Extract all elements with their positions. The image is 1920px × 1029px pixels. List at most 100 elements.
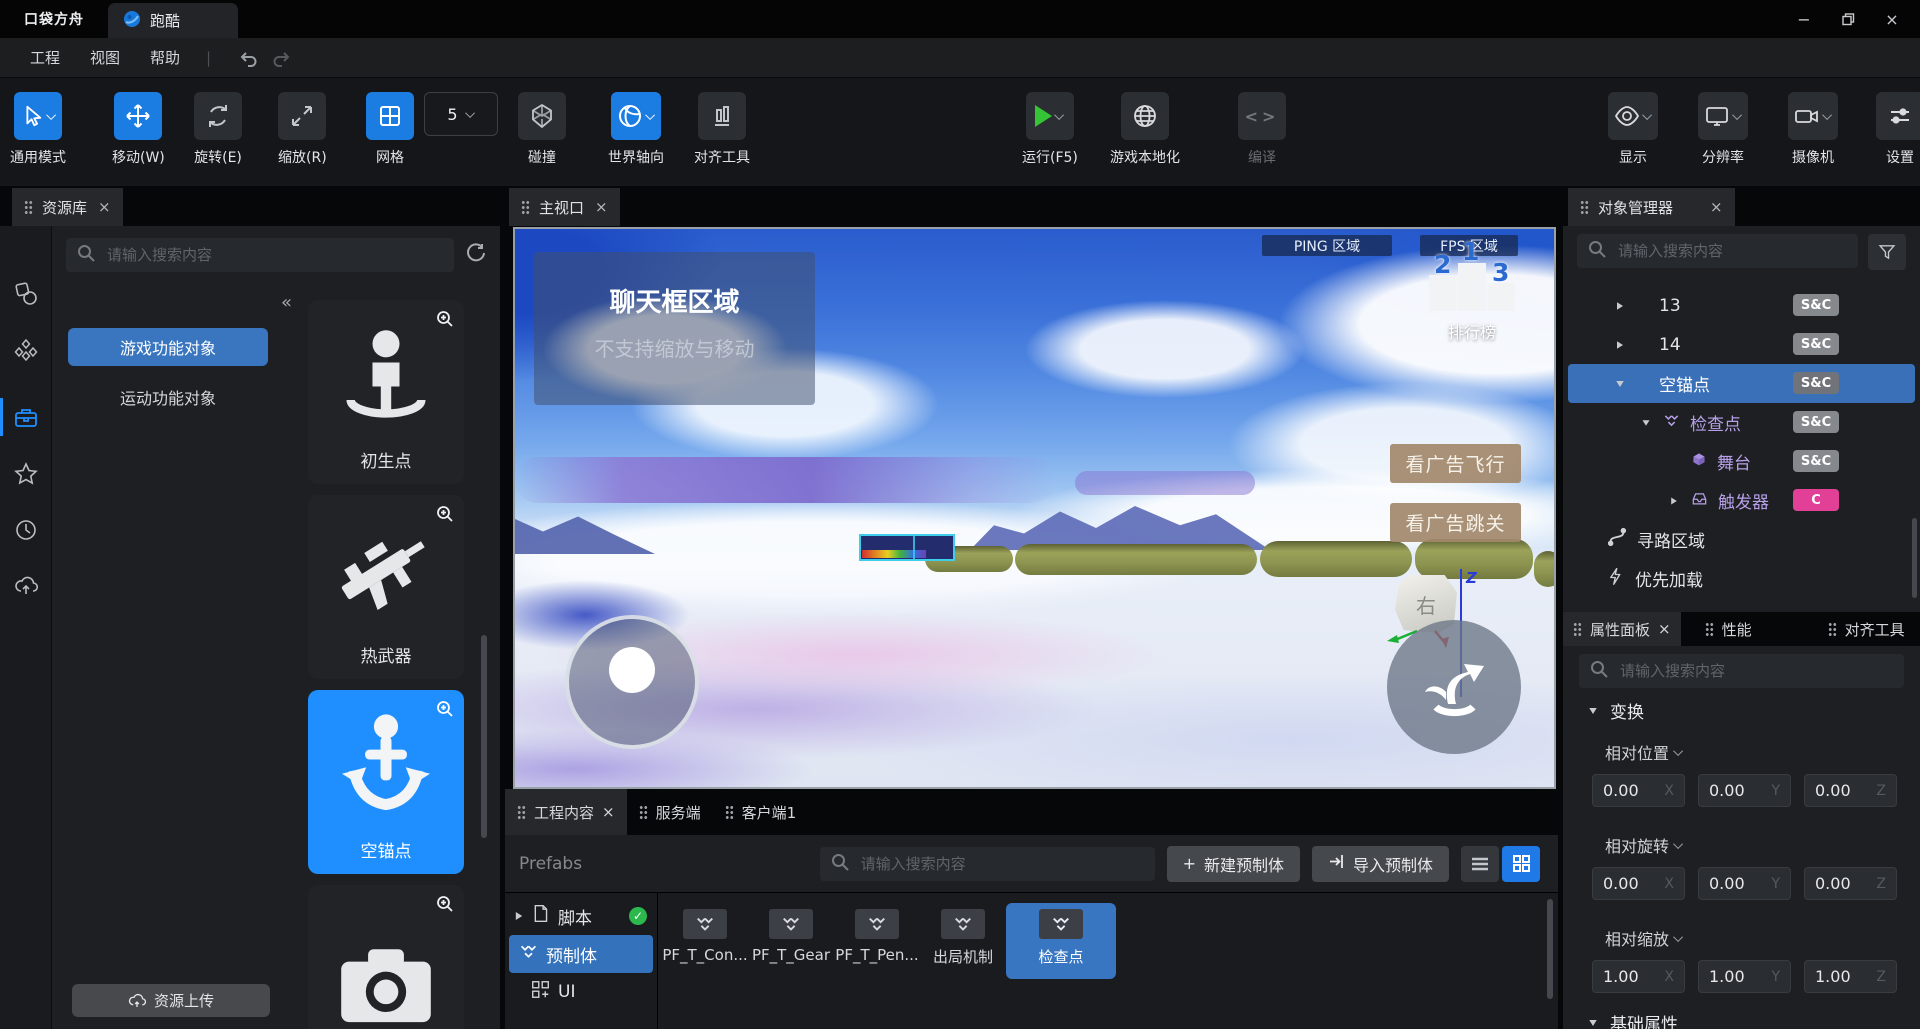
tree-row-13[interactable]: 13 S&C <box>1563 286 1920 325</box>
joystick-knob[interactable] <box>609 647 655 693</box>
category-game-objects[interactable]: 游戏功能对象 <box>68 328 268 366</box>
position-y-field[interactable]: 0.00Y <box>1698 774 1791 807</box>
prefab-item-selected[interactable]: 检查点 <box>1006 903 1116 979</box>
shapes-icon[interactable] <box>14 282 38 306</box>
tree-row-14[interactable]: 14 S&C <box>1563 325 1920 364</box>
expand-icon[interactable] <box>1617 302 1623 310</box>
drag-handle-icon[interactable] <box>1573 622 1582 637</box>
drag-handle-icon[interactable] <box>639 805 648 820</box>
briefcase-icon[interactable] <box>14 406 38 430</box>
label-relative-scale[interactable]: 相对缩放 <box>1605 926 1683 950</box>
cloud-upload-icon[interactable] <box>14 574 38 598</box>
minimize-button[interactable]: − <box>1782 0 1826 38</box>
position-z-field[interactable]: 0.00Z <box>1804 774 1897 807</box>
tree-row-checkpoint[interactable]: 检查点 S&C <box>1563 403 1920 442</box>
close-icon[interactable]: × <box>1710 198 1723 216</box>
tool-compile[interactable]: <> 编译 <box>1238 92 1286 167</box>
prefab-item[interactable]: PF_T_Con... <box>662 903 748 964</box>
virtual-joystick[interactable] <box>565 615 699 749</box>
menu-project[interactable]: 工程 <box>30 47 60 68</box>
track-platform[interactable] <box>1260 541 1412 577</box>
close-button[interactable]: × <box>1870 0 1914 38</box>
ad-fly-button[interactable]: 看广告飞行 <box>1390 444 1521 483</box>
collapse-icon[interactable] <box>1643 420 1650 426</box>
drag-handle-icon[interactable] <box>1580 200 1589 215</box>
upload-asset-button[interactable]: 资源上传 <box>72 984 270 1017</box>
tool-rotate[interactable]: 旋转(E) <box>194 92 242 167</box>
grid-view-toggle[interactable] <box>1502 846 1540 882</box>
tool-collision[interactable]: 碰撞 <box>518 92 566 167</box>
close-icon[interactable]: × <box>1658 620 1671 638</box>
close-icon[interactable]: × <box>595 198 608 216</box>
expand-icon[interactable] <box>516 912 522 920</box>
label-relative-position[interactable]: 相对位置 <box>1605 740 1683 764</box>
project-tab[interactable]: 跑酷 <box>108 3 238 38</box>
asset-anchor[interactable]: 空锚点 <box>308 690 464 874</box>
prefab-item[interactable]: 出局机制 <box>920 903 1006 967</box>
tool-scale[interactable]: 缩放(R) <box>278 92 327 167</box>
drag-handle-icon[interactable] <box>1705 622 1714 637</box>
scale-y-field[interactable]: 1.00Y <box>1698 960 1791 993</box>
selected-checkpoint-object[interactable] <box>859 534 955 561</box>
clock-icon[interactable] <box>14 518 38 542</box>
rotation-x-field[interactable]: 0.00X <box>1592 867 1685 900</box>
drag-handle-icon[interactable] <box>725 805 734 820</box>
drag-handle-icon[interactable] <box>1828 622 1837 637</box>
content-search-input[interactable] <box>859 854 1145 874</box>
tool-camera[interactable]: 摄像机 <box>1788 92 1838 167</box>
expand-icon[interactable] <box>1617 341 1623 349</box>
library-search-input[interactable] <box>105 245 444 265</box>
star-icon[interactable] <box>14 462 38 486</box>
zoom-in-icon[interactable] <box>435 309 455 333</box>
import-prefab-button[interactable]: 导入预制体 <box>1312 846 1449 882</box>
filter-button[interactable] <box>1868 234 1906 270</box>
library-scrollbar[interactable] <box>481 635 487 838</box>
tab-properties[interactable]: 属性面板 × <box>1563 612 1681 646</box>
grid-size-dropdown[interactable]: 5 <box>424 92 498 136</box>
tree-row-pathfinding[interactable]: 寻路区域 <box>1563 520 1920 559</box>
tab-main-viewport[interactable]: 主视口 × <box>509 188 620 226</box>
close-icon[interactable]: × <box>602 803 615 821</box>
ad-skip-button[interactable]: 看广告跳关 <box>1390 503 1521 542</box>
section-base-properties[interactable]: 基础属性 <box>1588 1010 1678 1029</box>
prefab-item[interactable]: PF_T_Gear <box>748 903 834 964</box>
tree-item-scripts[interactable]: 脚本 ✓ <box>505 899 657 933</box>
tab-object-manager[interactable]: 对象管理器 × <box>1568 188 1735 226</box>
leaderboard-podium-icon[interactable]: 1 2 3 <box>1429 241 1515 311</box>
jump-button[interactable] <box>1387 620 1521 754</box>
tool-world-axis[interactable]: 世界轴向 <box>608 92 664 167</box>
tab-server[interactable]: 服务端 <box>627 789 713 835</box>
content-scrollbar[interactable] <box>1547 899 1553 999</box>
outliner-search-input[interactable] <box>1616 241 1848 261</box>
tree-item-ui[interactable]: UI <box>505 975 657 1009</box>
category-motion-objects[interactable]: 运动功能对象 <box>68 380 268 414</box>
tree-row-trigger[interactable]: 触发器 C <box>1563 481 1920 520</box>
undo-icon[interactable] <box>237 49 259 67</box>
tool-select-mode[interactable]: 通用模式 <box>10 92 66 167</box>
expand-icon[interactable] <box>1671 497 1677 504</box>
inspector-search-input[interactable] <box>1618 661 1894 681</box>
tool-align[interactable]: 对齐工具 <box>694 92 750 167</box>
rotation-y-field[interactable]: 0.00Y <box>1698 867 1791 900</box>
tree-item-prefabs[interactable]: 预制体 <box>509 935 653 973</box>
asset-camera[interactable] <box>308 885 464 1029</box>
tool-display[interactable]: 显示 <box>1608 92 1658 167</box>
tree-row-preload[interactable]: 优先加载 <box>1563 559 1920 598</box>
tool-resolution[interactable]: 分辨率 <box>1698 92 1748 167</box>
reset-icon[interactable] <box>466 243 486 267</box>
scale-x-field[interactable]: 1.00X <box>1592 960 1685 993</box>
tool-move[interactable]: 移动(W) <box>112 92 165 167</box>
position-x-field[interactable]: 0.00X <box>1592 774 1685 807</box>
tool-run[interactable]: 运行(F5) <box>1022 92 1078 167</box>
track-platform[interactable] <box>1015 544 1257 575</box>
tree-row-stage[interactable]: 舞台 S&C <box>1563 442 1920 481</box>
list-view-toggle[interactable] <box>1461 846 1499 882</box>
drag-handle-icon[interactable] <box>24 200 33 215</box>
tree-row-anchor-selected[interactable]: 空锚点 S&C <box>1568 364 1915 403</box>
drag-handle-icon[interactable] <box>521 200 530 215</box>
tab-project-content[interactable]: 工程内容 × <box>505 789 627 835</box>
new-prefab-button[interactable]: +新建预制体 <box>1167 846 1300 882</box>
asset-spawn-point[interactable]: 初生点 <box>308 300 464 484</box>
asset-weapon[interactable]: 热武器 <box>308 495 464 679</box>
chatbox-zone[interactable]: 聊天框区域 不支持缩放与移动 <box>534 252 815 405</box>
